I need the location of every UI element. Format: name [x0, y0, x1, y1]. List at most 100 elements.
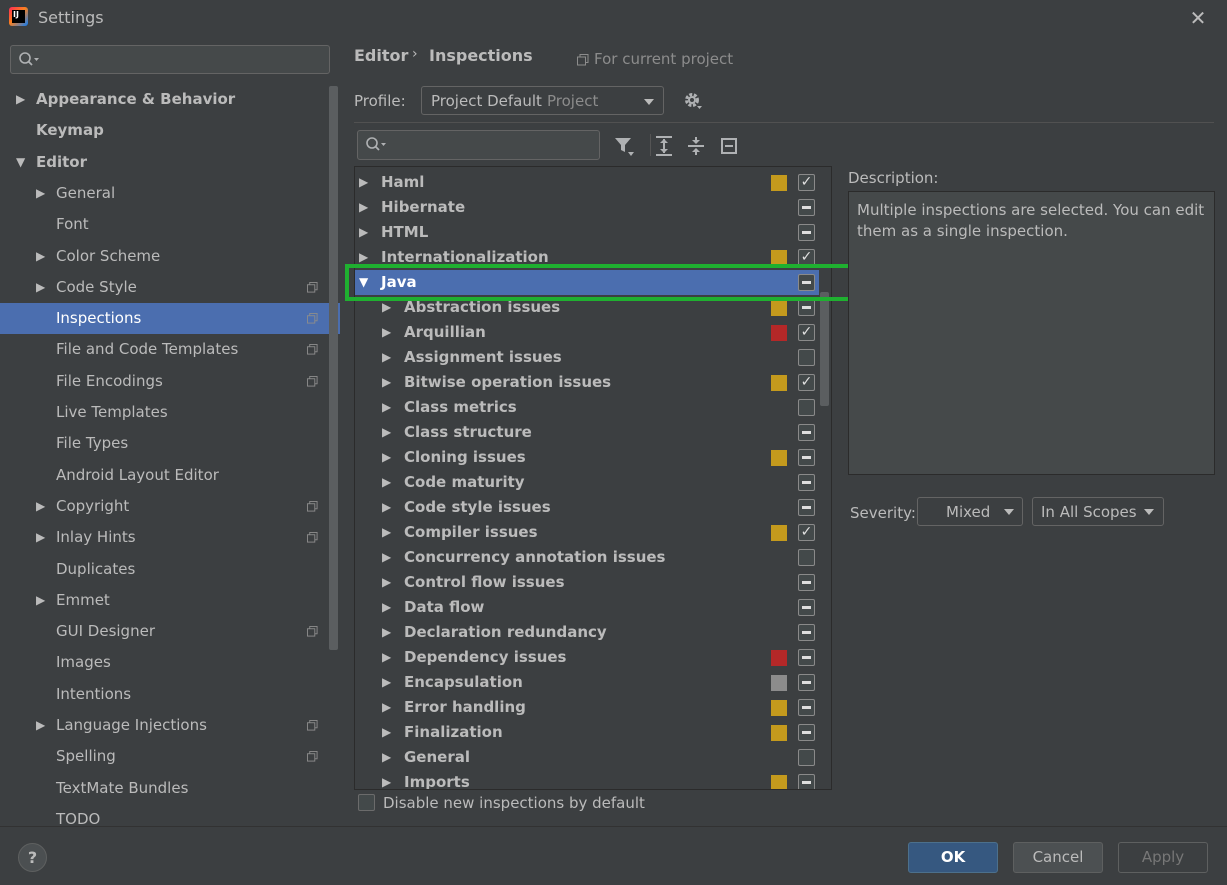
inspection-row-encapsulation[interactable]: ▶ Encapsulation: [355, 670, 819, 695]
sidebar-item-textmate-bundles[interactable]: TextMate Bundles: [0, 773, 340, 804]
sidebar-item-spelling[interactable]: Spelling: [0, 741, 340, 772]
disable-new-inspections-checkbox[interactable]: [358, 794, 375, 811]
breadcrumb-editor[interactable]: Editor: [354, 46, 408, 65]
inspection-checkbox[interactable]: [798, 299, 815, 316]
inspection-checkbox[interactable]: [798, 224, 815, 241]
scope-dropdown[interactable]: In All Scopes: [1032, 497, 1164, 526]
expand-right-icon[interactable]: ▶: [382, 745, 391, 770]
expand-right-icon[interactable]: ▶: [382, 295, 391, 320]
sidebar-item-live-templates[interactable]: Live Templates: [0, 397, 340, 428]
inspection-row-compiler-issues[interactable]: ▶ Compiler issues ✓: [355, 520, 819, 545]
expand-right-icon[interactable]: ▶: [382, 345, 391, 370]
inspection-row-arquillian[interactable]: ▶ Arquillian ✓: [355, 320, 819, 345]
sidebar-item-android-layout-editor[interactable]: Android Layout Editor: [0, 460, 340, 491]
expand-right-icon[interactable]: ▶: [36, 585, 45, 616]
sidebar-item-file-encodings[interactable]: File Encodings: [0, 366, 340, 397]
inspection-checkbox[interactable]: [798, 449, 815, 466]
inspection-checkbox[interactable]: ✓: [798, 374, 815, 391]
expand-right-icon[interactable]: ▶: [359, 245, 368, 270]
expand-right-icon[interactable]: ▶: [382, 320, 391, 345]
expand-right-icon[interactable]: ▶: [382, 545, 391, 570]
inspection-row-code-maturity[interactable]: ▶ Code maturity: [355, 470, 819, 495]
inspection-checkbox[interactable]: [798, 749, 815, 766]
expand-right-icon[interactable]: ▶: [382, 445, 391, 470]
expand-right-icon[interactable]: ▶: [36, 522, 45, 553]
inspections-tree[interactable]: ▶ Haml ✓ ▶ Hibernate ▶ HTML ▶ Internationalizati…: [354, 166, 832, 790]
expand-right-icon[interactable]: ▶: [382, 520, 391, 545]
expand-right-icon[interactable]: ▶: [382, 670, 391, 695]
expand-right-icon[interactable]: ▶: [36, 178, 45, 209]
inspection-checkbox[interactable]: [798, 774, 815, 789]
sidebar-item-file-types[interactable]: File Types: [0, 428, 340, 459]
close-icon[interactable]: ✕: [1188, 8, 1208, 28]
inspection-checkbox[interactable]: [798, 649, 815, 666]
expand-right-icon[interactable]: ▶: [36, 272, 45, 303]
inspection-checkbox[interactable]: [798, 574, 815, 591]
expand-right-icon[interactable]: ▶: [382, 770, 391, 789]
inspection-checkbox[interactable]: [798, 549, 815, 566]
inspections-search-input[interactable]: [357, 130, 600, 160]
apply-button[interactable]: Apply: [1118, 842, 1208, 873]
sidebar-item-font[interactable]: Font: [0, 209, 340, 240]
inspection-checkbox[interactable]: [798, 624, 815, 641]
disable-new-inspections-label[interactable]: Disable new inspections by default: [383, 794, 645, 812]
gear-icon[interactable]: [683, 91, 703, 111]
inspection-row-finalization[interactable]: ▶ Finalization: [355, 720, 819, 745]
sidebar-item-intentions[interactable]: Intentions: [0, 679, 340, 710]
inspection-row-assignment-issues[interactable]: ▶ Assignment issues: [355, 345, 819, 370]
inspection-row-abstraction-issues[interactable]: ▶ Abstraction issues: [355, 295, 819, 320]
expand-right-icon[interactable]: ▶: [382, 470, 391, 495]
sidebar-scrollbar[interactable]: [329, 86, 338, 650]
reset-icon[interactable]: [718, 135, 740, 157]
expand-right-icon[interactable]: ▶: [382, 620, 391, 645]
inspection-checkbox[interactable]: ✓: [798, 249, 815, 266]
expand-right-icon[interactable]: ▶: [382, 595, 391, 620]
inspection-row-control-flow-issues[interactable]: ▶ Control flow issues: [355, 570, 819, 595]
inspection-row-declaration-redundancy[interactable]: ▶ Declaration redundancy: [355, 620, 819, 645]
sidebar-item-appearance-behavior[interactable]: ▶ Appearance & Behavior: [0, 84, 340, 115]
ok-button[interactable]: OK: [908, 842, 998, 873]
sidebar-item-inspections[interactable]: Inspections: [0, 303, 340, 335]
expand-right-icon[interactable]: ▶: [382, 570, 391, 595]
inspection-checkbox[interactable]: [798, 399, 815, 416]
expand-right-icon[interactable]: ▶: [359, 170, 368, 195]
inspection-row-general[interactable]: ▶ General: [355, 745, 819, 770]
inspection-row-bitwise-operation-issues[interactable]: ▶ Bitwise operation issues ✓: [355, 370, 819, 395]
inspection-checkbox[interactable]: [798, 199, 815, 216]
expand-right-icon[interactable]: ▶: [382, 720, 391, 745]
inspection-checkbox[interactable]: [798, 674, 815, 691]
inspection-row-haml[interactable]: ▶ Haml ✓: [355, 170, 819, 195]
inspection-checkbox[interactable]: [798, 349, 815, 366]
settings-search-input[interactable]: [10, 45, 330, 74]
expand-right-icon[interactable]: ▶: [359, 195, 368, 220]
expand-right-icon[interactable]: ▶: [382, 420, 391, 445]
inspection-checkbox[interactable]: [798, 499, 815, 516]
inspection-row-imports[interactable]: ▶ Imports: [355, 770, 819, 789]
inspection-checkbox[interactable]: [798, 424, 815, 441]
inspection-checkbox[interactable]: [798, 474, 815, 491]
expand-right-icon[interactable]: ▶: [36, 241, 45, 272]
inspection-row-java[interactable]: ▼ Java: [355, 270, 819, 295]
sidebar-item-color-scheme[interactable]: ▶ Color Scheme: [0, 241, 340, 272]
expand-all-icon[interactable]: [653, 135, 675, 157]
inspection-row-hibernate[interactable]: ▶ Hibernate: [355, 195, 819, 220]
filter-icon[interactable]: [613, 135, 635, 157]
inspection-row-class-metrics[interactable]: ▶ Class metrics: [355, 395, 819, 420]
expand-right-icon[interactable]: ▶: [382, 695, 391, 720]
expand-down-icon[interactable]: ▼: [16, 147, 25, 178]
sidebar-item-duplicates[interactable]: Duplicates: [0, 554, 340, 585]
sidebar-item-images[interactable]: Images: [0, 647, 340, 678]
sidebar-item-editor[interactable]: ▼ Editor: [0, 147, 340, 178]
inspection-checkbox[interactable]: [798, 699, 815, 716]
inspection-row-data-flow[interactable]: ▶ Data flow: [355, 595, 819, 620]
sidebar-item-language-injections[interactable]: ▶ Language Injections: [0, 710, 340, 741]
sidebar-item-copyright[interactable]: ▶ Copyright: [0, 491, 340, 522]
inspection-checkbox[interactable]: [798, 724, 815, 741]
expand-down-icon[interactable]: ▼: [359, 270, 368, 295]
sidebar-item-file-and-code-templates[interactable]: File and Code Templates: [0, 334, 340, 365]
expand-right-icon[interactable]: ▶: [359, 220, 368, 245]
expand-right-icon[interactable]: ▶: [382, 370, 391, 395]
inspection-row-dependency-issues[interactable]: ▶ Dependency issues: [355, 645, 819, 670]
sidebar-item-inlay-hints[interactable]: ▶ Inlay Hints: [0, 522, 340, 553]
inspection-row-class-structure[interactable]: ▶ Class structure: [355, 420, 819, 445]
